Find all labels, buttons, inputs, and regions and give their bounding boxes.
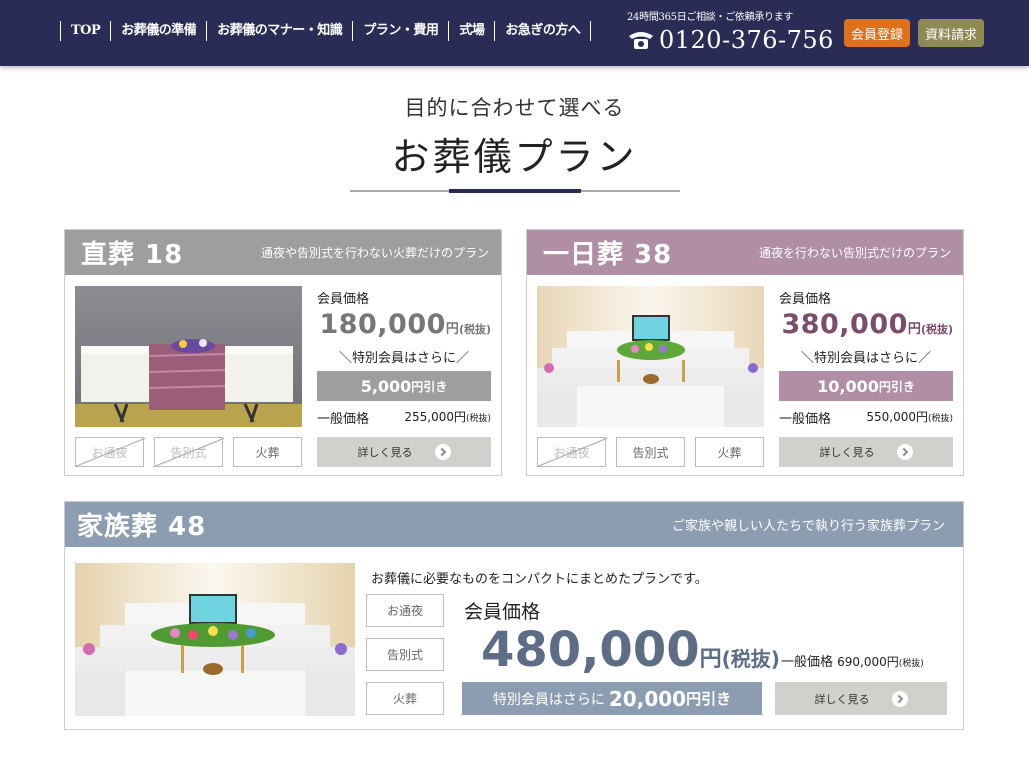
discount-suffix: 円引き — [411, 379, 448, 394]
price-value: 380,000 — [781, 309, 908, 340]
member-price: 380,000 円 (税抜) — [779, 309, 953, 343]
plan-name: 一日葬 38 — [543, 240, 673, 270]
special-member-note: ＼特別会員はさらに／ — [800, 351, 931, 366]
tag-cremation: 火葬 — [233, 437, 302, 467]
general-price-label: 一般価格 — [779, 412, 832, 427]
member-price-label: 会員価格 — [464, 601, 541, 623]
ceremony-tags: お通夜 告別式 火葬 — [75, 437, 312, 467]
discount-suffix: 円引き — [878, 379, 915, 394]
general-price-label: 一般価格 — [781, 655, 834, 670]
plan-header: 一日葬 38 通夜を行わない告別式だけのプラン — [527, 230, 963, 275]
tag-funeral: 告別式 — [366, 638, 444, 671]
nav-top[interactable]: TOP — [60, 21, 110, 41]
details-button[interactable]: 詳しく見る — [317, 437, 491, 467]
arrow-right-icon — [896, 444, 913, 460]
details-button[interactable]: 詳しく見る — [779, 437, 953, 467]
plan-description: ご家族や親しい人たちで執り行う家族葬プラン — [671, 519, 945, 534]
plan-name: 直葬 18 — [81, 240, 184, 270]
phone-number: 0120-376-756 — [659, 26, 834, 54]
general-price-tax: (税抜) — [927, 414, 953, 424]
price-tax: (税抜) — [920, 323, 953, 336]
general-price-value: 255,000円 — [404, 410, 466, 424]
tag-wake: お通夜 — [366, 594, 444, 627]
price-unit: 円 — [445, 322, 459, 337]
ceremony-tags: お通夜 告別式 火葬 — [366, 594, 444, 715]
contact-note: 24時間365日ご相談・ご依頼承ります — [627, 12, 794, 23]
plan-description: 通夜を行わない告別式だけのプラン — [758, 246, 951, 260]
discount-value: 20,000 — [608, 686, 687, 711]
member-price-label: 会員価格 — [317, 292, 370, 307]
plan-header: 家族葬 48 ご家族や親しい人たちで執り行う家族葬プラン — [65, 502, 963, 547]
plan-photo — [537, 286, 764, 427]
plan-photo — [75, 286, 302, 427]
discount-bar: 特別会員はさらに 20,000 円引き — [462, 682, 762, 715]
arrow-right-icon — [891, 690, 908, 707]
contact-info: 24時間365日ご相談・ご依頼承ります 0120-376-756 — [627, 8, 834, 54]
phone-link[interactable]: 0120-376-756 — [627, 26, 834, 54]
details-button-label: 詳しく見る — [357, 446, 413, 459]
price-tax: (税抜) — [721, 647, 780, 671]
discount-bar: 10,000 円引き — [779, 371, 953, 401]
plan-card-direct: 直葬 18 通夜や告別式を行わない火葬だけのプラン お通夜 告別式 火葬 会員価… — [64, 229, 502, 476]
price-block: 会員価格 380,000 円 (税抜) ＼特別会員はさらに／ 10,000 円引… — [779, 288, 953, 427]
section-subtitle: 目的に合わせて選べる — [404, 96, 625, 120]
general-price: 一般価格 550,000円(税抜) — [779, 408, 953, 427]
discount-value: 5,000 — [360, 376, 412, 396]
phone-icon — [627, 30, 655, 50]
main-nav: TOP お葬儀の準備 お葬儀のマナー・知識 プラン・費用 式場 お急ぎの方へ — [60, 20, 592, 42]
details-button-label: 詳しく見る — [819, 446, 875, 459]
nav-preparation[interactable]: お葬儀の準備 — [110, 21, 206, 41]
site-header: TOP お葬儀の準備 お葬儀のマナー・知識 プラン・費用 式場 お急ぎの方へ 2… — [0, 0, 1029, 66]
price-block: 会員価格 180,000 円 (税抜) ＼特別会員はさらに／ 5,000 円引き… — [317, 288, 491, 427]
price-value: 180,000 — [319, 309, 446, 340]
plan-name: 家族葬 48 — [77, 512, 207, 542]
general-price-tax: (税抜) — [898, 659, 924, 669]
price-tax: (税抜) — [458, 323, 491, 336]
arrow-right-icon — [434, 444, 451, 460]
discount-suffix: 円引き — [686, 690, 732, 708]
tag-funeral: 告別式 — [154, 437, 223, 467]
tag-wake: お通夜 — [537, 437, 606, 467]
plan-card-oneday: 一日葬 38 通夜を行わない告別式だけのプラン お通夜 告別式 火葬 会員価格 … — [526, 229, 964, 476]
price-unit: 円 — [907, 322, 921, 337]
details-button-label: 詳しく見る — [814, 692, 870, 706]
ceremony-tags: お通夜 告別式 火葬 — [537, 437, 774, 467]
general-price-label: 一般価格 — [317, 412, 370, 427]
tag-wake: お通夜 — [75, 437, 144, 467]
tag-cremation: 火葬 — [366, 682, 444, 715]
general-price: 一般価格 690,000円(税抜) — [781, 651, 924, 670]
special-member-note: ＼特別会員はさらに／ — [338, 351, 469, 366]
plan-header: 直葬 18 通夜や告別式を行わない火葬だけのプラン — [65, 230, 501, 275]
member-price: 480,000 円 (税抜) — [481, 622, 780, 678]
member-price-label: 会員価格 — [779, 292, 832, 307]
details-button[interactable]: 詳しく見る — [775, 682, 947, 715]
plan-intro: お葬儀に必要なものをコンパクトにまとめたプランです。 — [371, 572, 708, 587]
member-price: 180,000 円 (税抜) — [317, 309, 491, 343]
general-price: 一般価格 255,000円(税抜) — [317, 408, 491, 427]
discount-bar: 5,000 円引き — [317, 371, 491, 401]
tag-funeral: 告別式 — [616, 437, 685, 467]
member-register-button[interactable]: 会員登録 — [844, 19, 910, 47]
discount-prefix: 特別会員はさらに — [492, 691, 605, 708]
general-price-tax: (税抜) — [465, 414, 491, 424]
section-title: お葬儀プラン — [391, 135, 638, 179]
general-price-value: 550,000円 — [866, 410, 928, 424]
plan-description: 通夜や告別式を行わない火葬だけのプラン — [260, 246, 489, 260]
price-value: 480,000 — [481, 622, 700, 678]
nav-plans[interactable]: プラン・費用 — [352, 21, 448, 41]
nav-venues[interactable]: 式場 — [448, 21, 494, 41]
nav-urgent[interactable]: お急ぎの方へ — [494, 21, 592, 41]
price-unit: 円 — [699, 647, 722, 672]
general-price-value: 690,000円 — [837, 655, 899, 669]
plan-card-family: 家族葬 48 ご家族や親しい人たちで執り行う家族葬プラン お葬儀に必要なものをコ… — [64, 501, 964, 730]
tag-cremation: 火葬 — [695, 437, 764, 467]
request-materials-button[interactable]: 資料請求 — [918, 19, 984, 47]
plan-photo — [75, 563, 355, 716]
nav-manners[interactable]: お葬儀のマナー・知識 — [206, 21, 352, 41]
discount-value: 10,000 — [817, 376, 879, 396]
title-divider-accent — [449, 189, 581, 193]
